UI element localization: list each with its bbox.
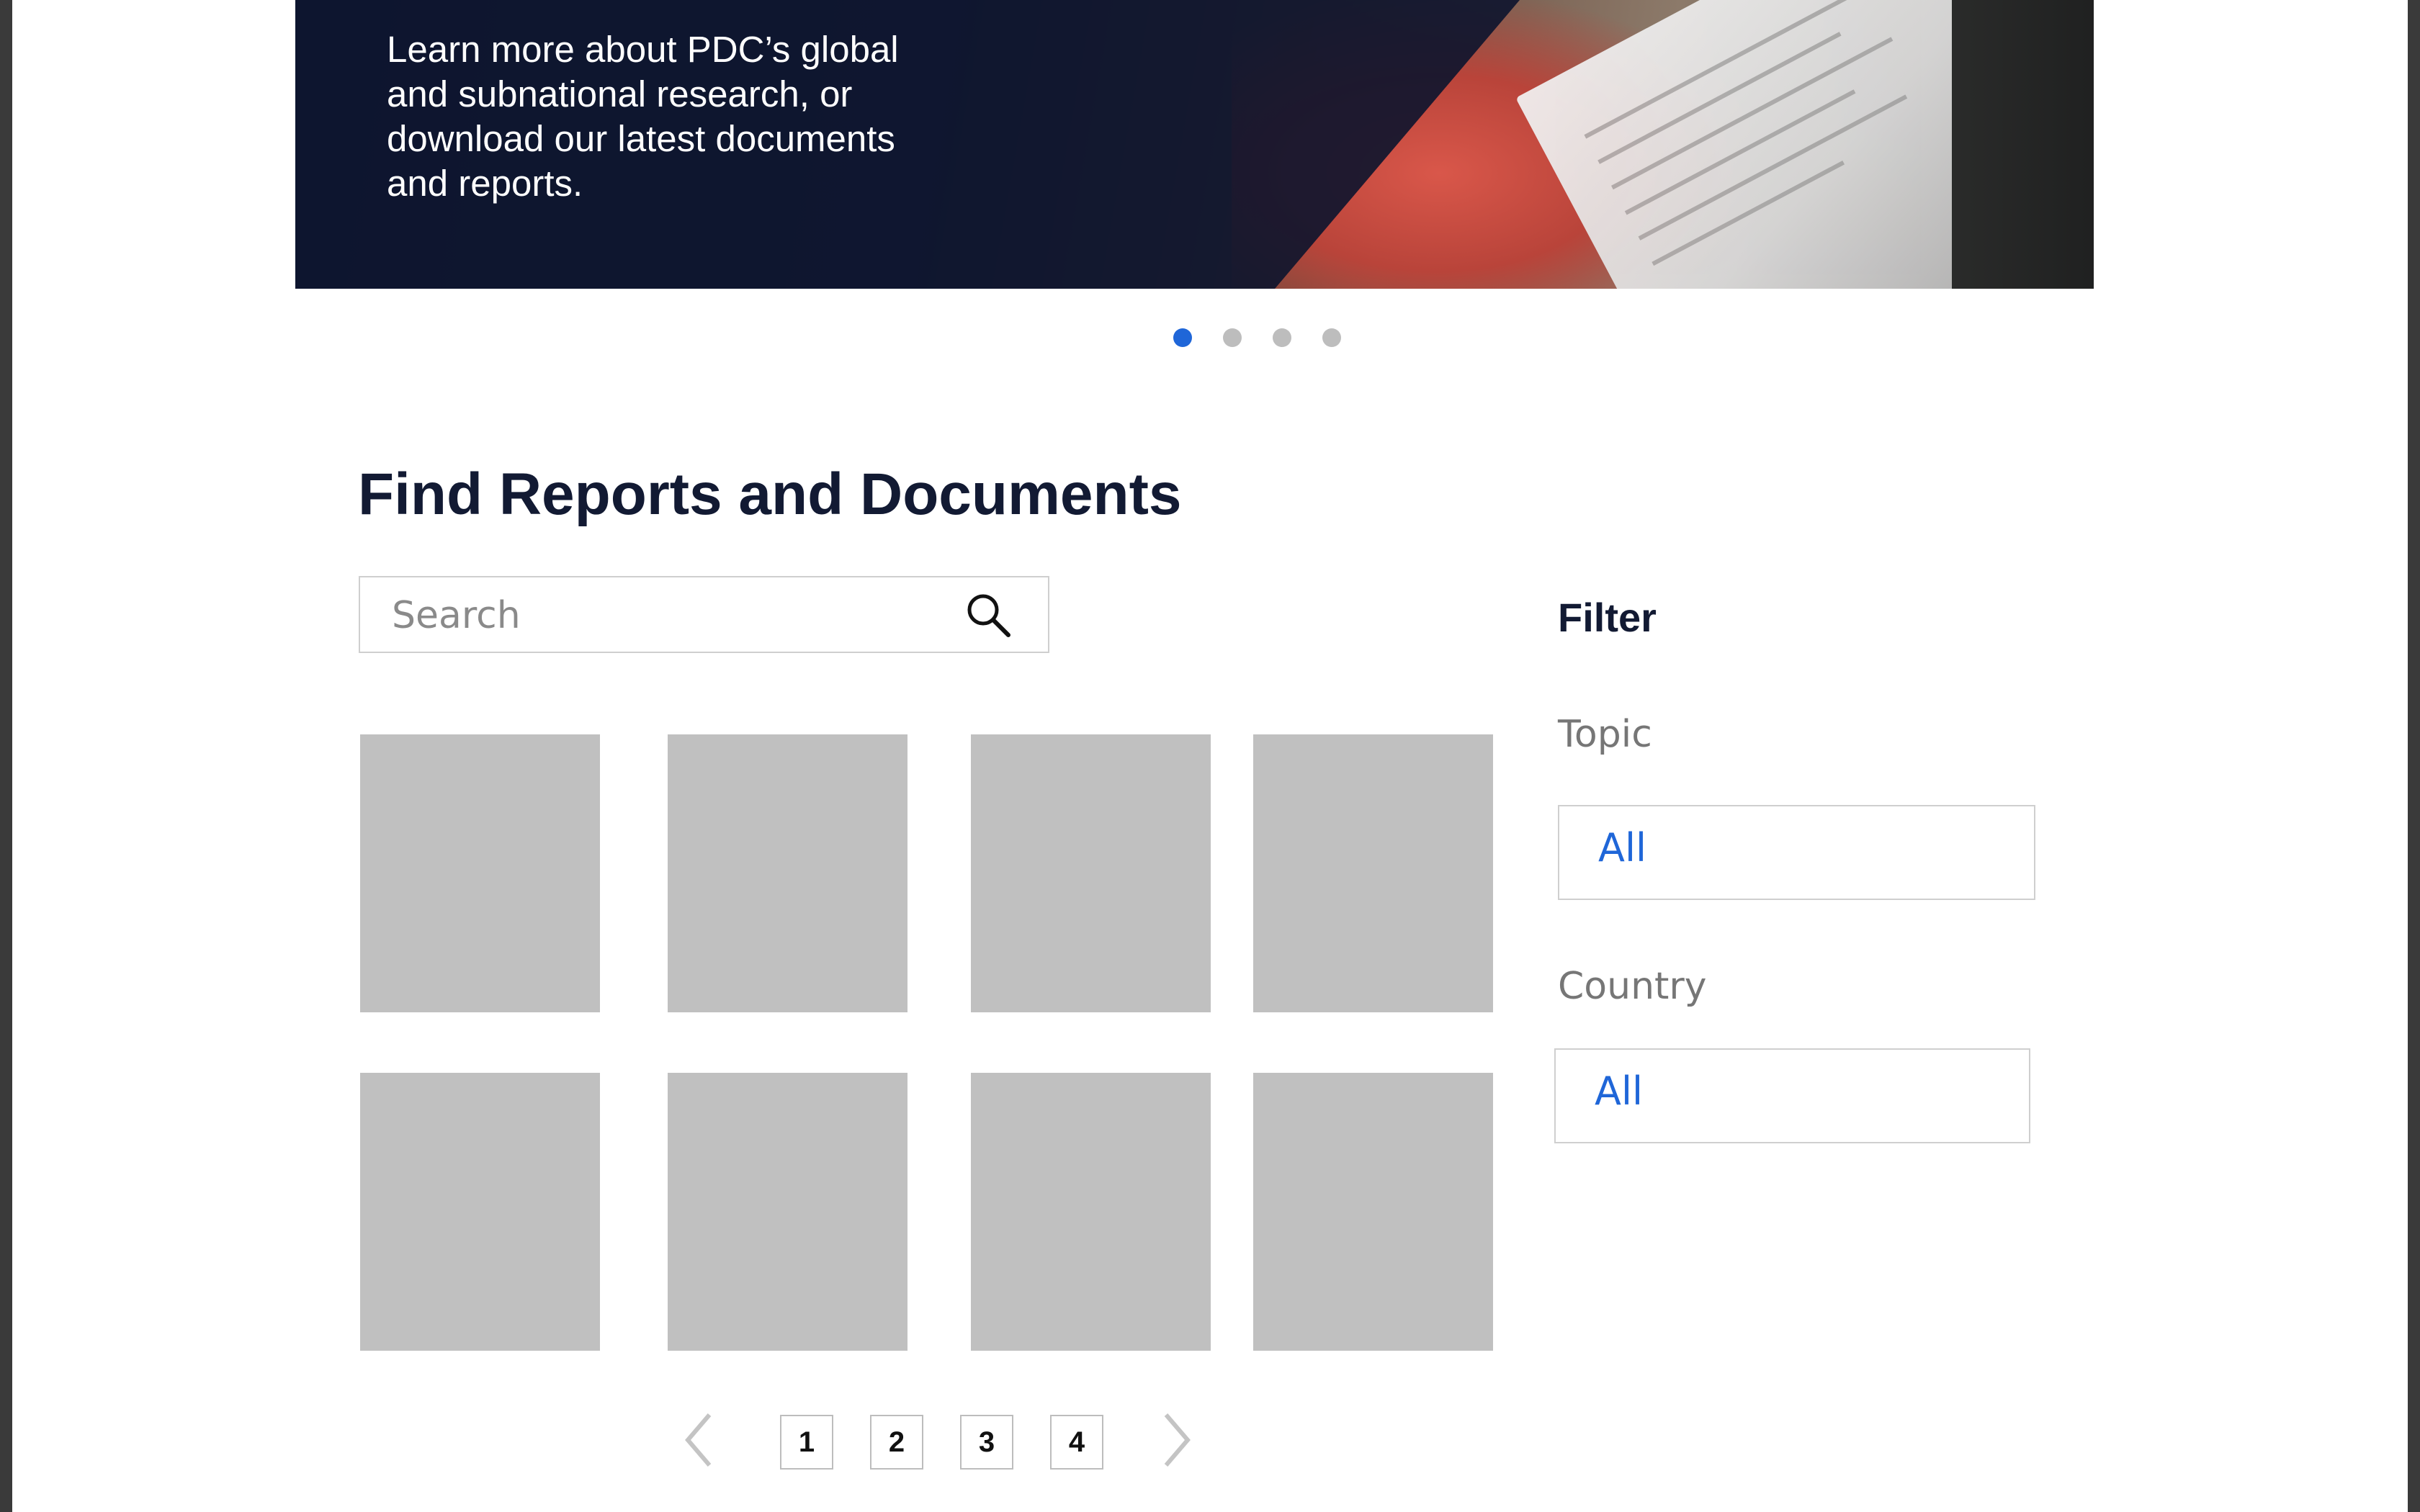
page-title: Find Reports and Documents [358,462,1182,527]
document-thumbnail[interactable] [971,734,1211,1012]
topic-select[interactable]: All [1558,805,2035,900]
search-input[interactable] [390,588,955,644]
document-thumbnail[interactable] [360,1073,600,1351]
document-thumbnail[interactable] [1253,734,1493,1012]
document-thumbnail[interactable] [1253,1073,1493,1351]
page-button-1[interactable]: 1 [780,1415,833,1470]
page-button-2[interactable]: 2 [870,1415,923,1470]
search-icon[interactable] [964,590,1013,639]
carousel-dot-4[interactable] [1322,328,1341,347]
page: Learn more about PDC’s global and subnat… [12,0,2408,1512]
topic-label: Topic [1558,713,1652,756]
pagination: 1 2 3 4 [675,1408,1222,1472]
carousel-dot-1[interactable] [1173,328,1192,347]
carousel-dots [1173,320,1389,354]
page-button-4[interactable]: 4 [1050,1415,1103,1470]
document-thumbnail[interactable] [360,734,600,1012]
page-button-3[interactable]: 3 [960,1415,1013,1470]
hero-banner: Learn more about PDC’s global and subnat… [295,0,2094,289]
document-thumbnail[interactable] [668,1073,908,1351]
filter-title: Filter [1558,595,1657,640]
carousel-dot-3[interactable] [1273,328,1291,347]
topic-select-value: All [1598,825,1646,870]
carousel-dot-2[interactable] [1223,328,1242,347]
country-select[interactable]: All [1554,1048,2030,1143]
document-thumbnail[interactable] [668,734,908,1012]
country-select-value: All [1595,1068,1643,1114]
chevron-left-icon[interactable] [675,1408,725,1472]
hero-photo-edge [1952,0,2094,289]
search-box [359,576,1049,653]
hero-text: Learn more about PDC’s global and subnat… [387,29,899,204]
country-label: Country [1558,965,1707,1008]
document-thumbnail[interactable] [971,1073,1211,1351]
chevron-right-icon[interactable] [1150,1408,1201,1472]
